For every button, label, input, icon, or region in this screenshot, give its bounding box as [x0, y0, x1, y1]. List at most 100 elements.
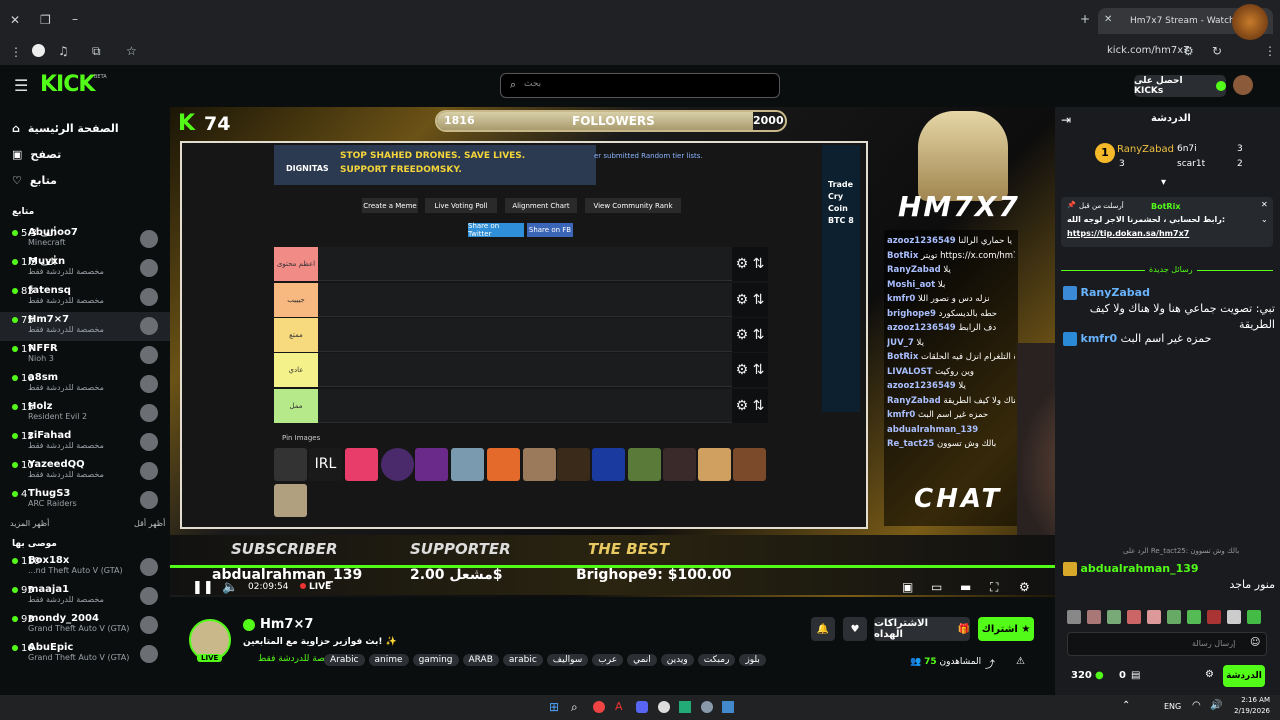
fullscreen-icon[interactable]: ⛶	[990, 580, 998, 595]
store-icon[interactable]: ▤	[1131, 670, 1140, 681]
pin-image[interactable]	[698, 448, 731, 481]
sidebar-channel-row[interactable]: 5.3 ألف Abunoo7 Minecraft	[0, 225, 170, 254]
filter-icon[interactable]: ▾	[1161, 177, 1166, 188]
tier-settings-icon[interactable]: ⚙ ⇅	[732, 353, 768, 387]
app-icon[interactable]: A	[615, 700, 623, 713]
emote-icon[interactable]	[1107, 610, 1121, 624]
stream-tag[interactable]: ARAB	[462, 654, 499, 666]
show-less-link[interactable]: أظهر أقل	[134, 519, 165, 528]
pin-image[interactable]	[415, 448, 448, 481]
sidebar-channel-row[interactable]: 10 YazeedQQ مخصصة للدردشة فقط	[0, 457, 170, 486]
pin-image[interactable]	[451, 448, 484, 481]
show-more-link[interactable]: أظهر المزيد	[10, 519, 49, 528]
sidebar-channel-row[interactable]: 17 NFFR Nioh 3	[0, 341, 170, 370]
gift-subs-button[interactable]: الاشتراكات الهداه 🎁	[874, 617, 970, 641]
reload-icon[interactable]: ↻	[1212, 44, 1222, 58]
tier-label[interactable]: عادي	[274, 353, 318, 387]
notification-bell-button[interactable]: 🔔	[811, 617, 835, 641]
more-icon[interactable]: ⋮	[1264, 44, 1276, 58]
stream-tag[interactable]: بلوز	[739, 654, 766, 666]
windows-start-icon[interactable]: ⊞	[549, 700, 559, 714]
emote-icon[interactable]	[1067, 610, 1081, 624]
theater-icon[interactable]: ▬	[960, 580, 971, 594]
tier-row[interactable]	[318, 247, 732, 281]
expand-icon[interactable]: ⌄	[1261, 215, 1268, 224]
miniplayer-icon[interactable]: ▭	[931, 580, 942, 594]
search-input[interactable]: ⌕ بحث	[500, 73, 780, 98]
settings-icon[interactable]: ⚙	[1019, 580, 1030, 594]
bookmark-star-icon[interactable]: ☆	[126, 44, 137, 58]
tab-close-icon[interactable]: ✕	[1104, 14, 1112, 25]
sidebar-channel-row[interactable]: 15 Holz Resident Evil 2	[0, 399, 170, 428]
url-text[interactable]: kick.com/hm7x7	[1107, 45, 1190, 56]
pin-image[interactable]	[592, 448, 625, 481]
streamer-name[interactable]: Hm7×7	[260, 617, 313, 632]
chat-username[interactable]: kmfr0	[1081, 332, 1118, 345]
pin-image[interactable]	[345, 448, 378, 481]
unpin-icon[interactable]: ✕	[1261, 200, 1268, 209]
settings-app-icon[interactable]	[701, 701, 713, 713]
taskbar-search-icon[interactable]: ⌕	[571, 700, 578, 715]
sidebar-channel-row[interactable]: 15 ziFahad مخصصة للدردشة فقط	[0, 428, 170, 457]
create-meme-button[interactable]: Create a Meme	[362, 198, 418, 213]
language-indicator[interactable]: ENG	[1164, 702, 1181, 711]
chat-settings-icon[interactable]: ⚙	[1205, 669, 1214, 680]
user-avatar[interactable]	[1233, 75, 1253, 95]
tier-row[interactable]	[318, 353, 732, 387]
subscribe-button[interactable]: اشتراك ★	[978, 617, 1034, 641]
stream-tag[interactable]: arabic	[502, 654, 543, 666]
extension-icon[interactable]	[32, 44, 45, 57]
stream-tag[interactable]: سواليف	[546, 654, 589, 666]
leaderboard-name[interactable]: scar1t	[1177, 159, 1205, 169]
pinned-author[interactable]: BotRix	[1151, 202, 1180, 211]
menu-dots-icon[interactable]: ⋮	[10, 45, 22, 59]
sidebar-channel-row[interactable]: 95 maaja1 مخصصة للدردشة فقط	[0, 582, 170, 611]
emote-icon[interactable]	[1127, 610, 1141, 624]
pin-image[interactable]	[274, 484, 307, 517]
pin-image[interactable]	[557, 448, 590, 481]
tier-row[interactable]	[318, 283, 732, 317]
pin-image[interactable]	[274, 448, 307, 481]
stream-tag[interactable]: انمي	[627, 654, 657, 666]
emote-icon[interactable]	[1147, 610, 1161, 624]
pin-image-irl[interactable]: IRL	[309, 448, 342, 481]
report-icon[interactable]: ⚠	[1016, 656, 1025, 667]
restore-icon[interactable]: ❐	[40, 13, 51, 27]
share-twitter-button[interactable]: Share on Twitter	[468, 222, 524, 238]
tier-settings-icon[interactable]: ⚙ ⇅	[732, 389, 768, 423]
sidebar-channel-row[interactable]: 110 Box18x ...nd Theft Auto V (GTA)	[0, 553, 170, 582]
clock-time[interactable]: 2:16 AM	[1236, 696, 1270, 704]
send-chat-button[interactable]: الدردشة	[1223, 665, 1265, 687]
share-icon[interactable]: ⤴	[985, 656, 995, 671]
leaderboard-name[interactable]: 6n7i	[1177, 144, 1197, 154]
sidebar-channel-row[interactable]: 4 ThugS3 ARC Raiders	[0, 486, 170, 515]
pin-image[interactable]	[487, 448, 520, 481]
site-settings-icon[interactable]: ⚙	[1183, 44, 1194, 58]
sidebar-channel-row[interactable]: 83 fatensq مخصصة للدردشة فقط	[0, 283, 170, 312]
tier-label[interactable]: جيييب	[274, 283, 318, 317]
new-tab-icon[interactable]: +	[1080, 12, 1090, 26]
chrome-icon[interactable]	[593, 701, 605, 713]
stream-tag[interactable]: Arabic	[324, 654, 365, 666]
nav-browse[interactable]: ▣ تصفح	[0, 141, 170, 167]
clock-date[interactable]: 2/19/2026	[1228, 707, 1270, 715]
pin-image[interactable]	[523, 448, 556, 481]
emote-icon[interactable]	[1227, 610, 1241, 624]
tier-settings-icon[interactable]: ⚙ ⇅	[732, 247, 768, 281]
kick-logo[interactable]: KICK	[40, 72, 95, 97]
nav-following[interactable]: ♡ متابع	[0, 167, 170, 193]
app-icon[interactable]	[679, 701, 691, 713]
emote-icon[interactable]	[1247, 610, 1261, 624]
app-icon[interactable]	[722, 701, 734, 713]
tray-chevron-icon[interactable]: ⌃	[1122, 700, 1130, 711]
alignment-chart-button[interactable]: Alignment Chart	[505, 198, 577, 213]
speaker-icon[interactable]: 🔊	[1210, 700, 1222, 711]
side-ad[interactable]: Trade Cry Coin BTC 8	[822, 145, 860, 412]
pin-image[interactable]	[733, 448, 766, 481]
emote-icon[interactable]	[1187, 610, 1201, 624]
minimize-icon[interactable]: –	[72, 12, 78, 26]
tier-label[interactable]: ممل	[274, 389, 318, 423]
media-icon[interactable]: ♫	[58, 44, 69, 58]
pin-image[interactable]	[663, 448, 696, 481]
emoji-icon[interactable]: ☺	[1250, 637, 1260, 648]
